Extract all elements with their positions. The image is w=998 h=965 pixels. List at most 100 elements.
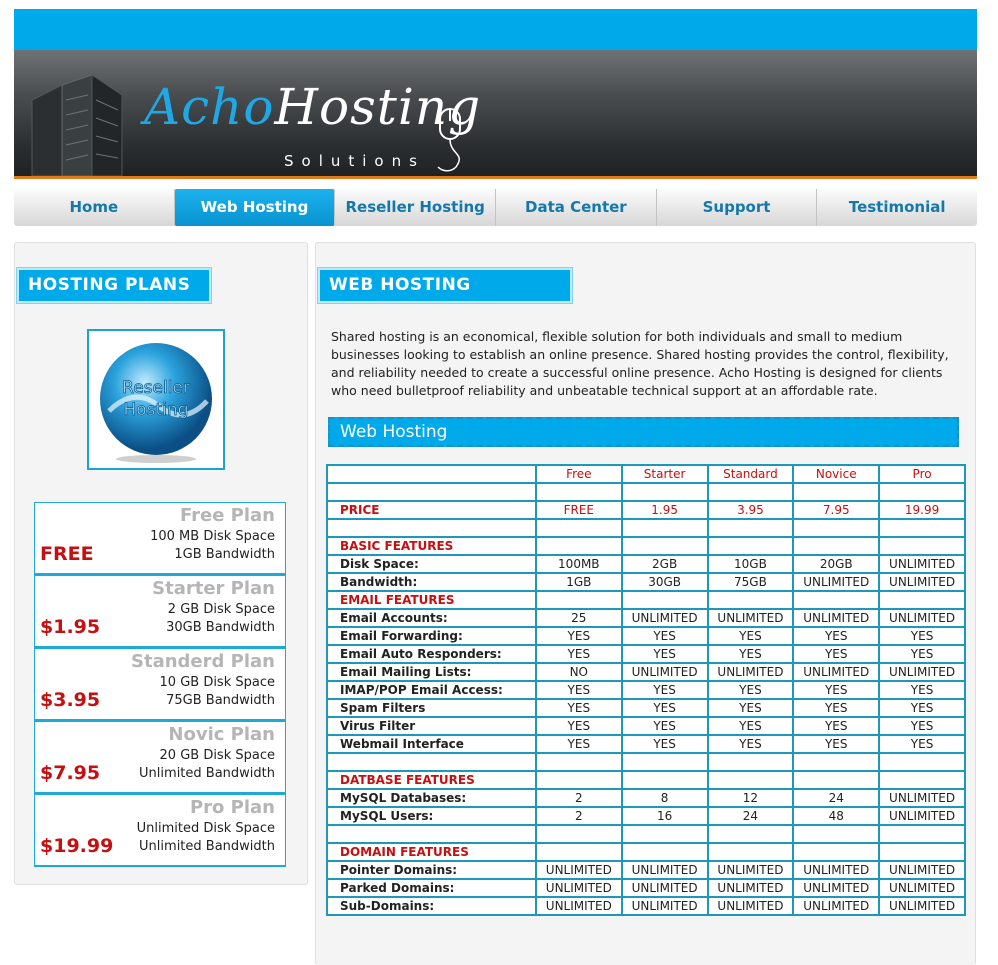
- nav-data-center[interactable]: Data Center: [496, 189, 657, 226]
- empty-cell: [620, 752, 709, 772]
- table-cell: YES: [706, 734, 795, 754]
- table-cell: YES: [706, 626, 795, 646]
- intro-text: Shared hosting is an economical, flexibl…: [331, 329, 949, 398]
- plan-disk: Unlimited Disk Space: [136, 821, 275, 836]
- empty-cell: [792, 518, 881, 538]
- table-cell: 30GB: [620, 572, 709, 592]
- table-cell: YES: [620, 626, 709, 646]
- table-cell: UNLIMITED: [792, 572, 881, 592]
- reseller-hosting-banner[interactable]: Reseller Hosting: [87, 329, 225, 470]
- table-cell: 48: [792, 806, 881, 826]
- empty-cell: [792, 842, 881, 862]
- table-cell: 25: [534, 608, 623, 628]
- table-row: Disk Space: 100MB 2GB 10GB 20GB UNLIMITED: [326, 554, 966, 574]
- table-cell: FREE: [534, 500, 623, 520]
- table-row: Webmail Interface YES YES YES YES YES: [326, 734, 966, 754]
- nav-testimonial[interactable]: Testimonial: [817, 189, 977, 226]
- empty-cell: [878, 770, 966, 790]
- table-cell: YES: [534, 716, 623, 736]
- plan-disk: 20 GB Disk Space: [159, 748, 275, 763]
- table-cell: UNLIMITED: [706, 608, 795, 628]
- main-content: WEB HOSTING Shared hosting is an economi…: [315, 242, 976, 965]
- nav-web-hosting[interactable]: Web Hosting: [174, 189, 336, 226]
- nav-home[interactable]: Home: [14, 189, 175, 226]
- main-nav: Home Web Hosting Reseller Hosting Data C…: [14, 189, 977, 226]
- plan-disk: 100 MB Disk Space: [150, 529, 275, 544]
- empty-cell: [878, 536, 966, 556]
- empty-cell: [878, 842, 966, 862]
- plan-card-standard[interactable]: Standerd Plan 10 GB Disk Space 75GB Band…: [34, 648, 286, 721]
- sidebar: HOSTING PLANS Reseller Hosting Free Plan…: [14, 242, 308, 885]
- table-cell: UNLIMITED: [878, 806, 966, 826]
- table-cell: YES: [878, 734, 966, 754]
- table-cell: YES: [792, 644, 881, 664]
- table-cell: UNLIMITED: [878, 662, 966, 682]
- table-cell: YES: [620, 716, 709, 736]
- table-row: Pointer Domains: UNLIMITED UNLIMITED UNLIMI…: [326, 860, 966, 880]
- plan-card-free[interactable]: Free Plan 100 MB Disk Space 1GB Bandwidt…: [34, 502, 286, 575]
- table-cell: YES: [534, 680, 623, 700]
- table-row: Email Forwarding: YES YES YES YES YES: [326, 626, 966, 646]
- row-label: Spam Filters: [326, 698, 537, 718]
- empty-cell: [326, 482, 537, 502]
- table-cell: UNLIMITED: [620, 896, 709, 916]
- empty-cell: [792, 482, 881, 502]
- table-cell: YES: [620, 644, 709, 664]
- section-row: DOMAIN FEATURES: [326, 842, 966, 862]
- empty-cell: [878, 518, 966, 538]
- table-cell: YES: [878, 680, 966, 700]
- table-row: Email Accounts: 25 UNLIMITED UNLIMITED UNLIM…: [326, 608, 966, 628]
- table-cell: YES: [878, 716, 966, 736]
- table-cell: 2GB: [620, 554, 709, 574]
- table-cell: UNLIMITED: [620, 878, 709, 898]
- column-header: Starter: [620, 464, 709, 484]
- table-cell: YES: [792, 716, 881, 736]
- table-cell: YES: [792, 626, 881, 646]
- plan-price: $7.95: [40, 762, 101, 784]
- table-cell: UNLIMITED: [878, 896, 966, 916]
- promo-line-1: Reseller: [122, 378, 190, 398]
- features-table: Free Starter Standard Novice Pro PRICE FREE 1.9…: [326, 464, 966, 916]
- row-label: IMAP/POP Email Access:: [326, 680, 537, 700]
- table-cell: UNLIMITED: [792, 896, 881, 916]
- price-row: PRICE FREE 1.95 3.95 7.95 19.99: [326, 500, 966, 520]
- empty-cell: [620, 770, 709, 790]
- spacer-row: [326, 518, 966, 538]
- table-cell: UNLIMITED: [620, 608, 709, 628]
- brand-tagline: Solutions: [284, 152, 425, 170]
- section-row: DATBASE FEATURES: [326, 770, 966, 790]
- empty-cell: [706, 518, 795, 538]
- table-cell: YES: [878, 644, 966, 664]
- column-header: Free: [534, 464, 623, 484]
- table-cell: YES: [706, 680, 795, 700]
- empty-cell: [706, 824, 795, 844]
- table-cell: YES: [620, 734, 709, 754]
- empty-cell: [620, 842, 709, 862]
- plan-card-novice[interactable]: Novic Plan 20 GB Disk Space Unlimited Ba…: [34, 721, 286, 794]
- row-label: Email Forwarding:: [326, 626, 537, 646]
- table-cell: YES: [620, 680, 709, 700]
- empty-cell: [706, 752, 795, 772]
- table-cell: YES: [706, 698, 795, 718]
- section-label: BASIC FEATURES: [326, 536, 537, 556]
- nav-support[interactable]: Support: [657, 189, 818, 226]
- table-row: Bandwidth: 1GB 30GB 75GB UNLIMITED UNLIMITED: [326, 572, 966, 592]
- plan-card-pro[interactable]: Pro Plan Unlimited Disk Space Unlimited …: [34, 794, 286, 867]
- plan-card-starter[interactable]: Starter Plan 2 GB Disk Space 30GB Bandwi…: [34, 575, 286, 648]
- empty-cell: [878, 590, 966, 610]
- table-cell: YES: [706, 644, 795, 664]
- brand-logo[interactable]: AchoHosting: [144, 78, 481, 136]
- section-label: DATBASE FEATURES: [326, 770, 537, 790]
- table-cell: UNLIMITED: [878, 788, 966, 808]
- page-title: WEB HOSTING: [318, 268, 572, 303]
- table-cell: UNLIMITED: [792, 608, 881, 628]
- promo-line-2: Hosting: [124, 400, 189, 420]
- section-row: BASIC FEATURES: [326, 536, 966, 556]
- nav-reseller-hosting[interactable]: Reseller Hosting: [335, 189, 497, 226]
- plan-bandwidth: 1GB Bandwidth: [174, 547, 275, 562]
- empty-cell: [534, 518, 623, 538]
- table-cell: 10GB: [706, 554, 795, 574]
- table-cell: UNLIMITED: [792, 662, 881, 682]
- table-cell: YES: [878, 698, 966, 718]
- table-cell: 24: [792, 788, 881, 808]
